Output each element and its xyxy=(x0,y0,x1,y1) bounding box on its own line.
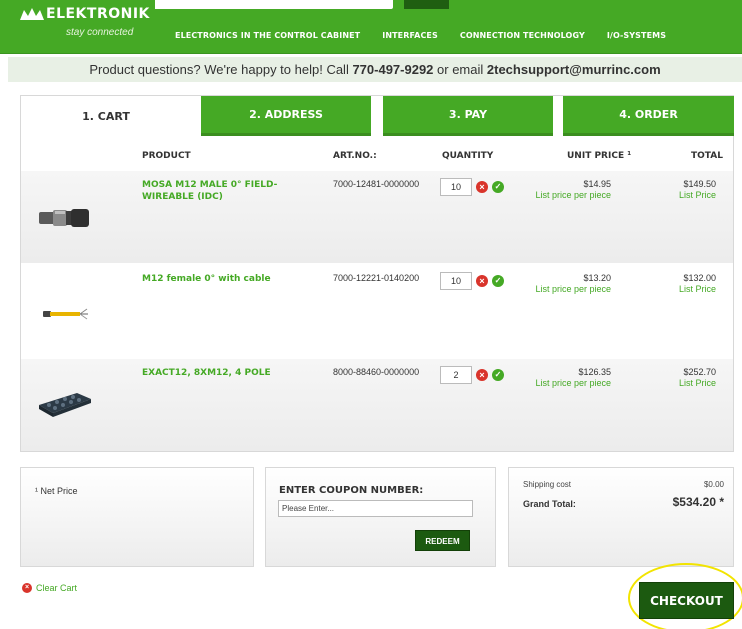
column-header-quantity: QUANTITY xyxy=(442,151,494,161)
cart-row: EXACT12, 8XM12, 4 POLE 8000-88460-000000… xyxy=(21,359,733,451)
support-info-bar: Product questions? We're happy to help! … xyxy=(8,57,742,82)
coupon-title: ENTER COUPON NUMBER: xyxy=(279,485,424,496)
tab-cart-label: 1. CART xyxy=(82,109,130,123)
cart-row: M12 female 0° with cable 7000-12221-0140… xyxy=(21,265,733,357)
line-total-note: List Price xyxy=(678,284,716,294)
tab-pay-label: 3. PAY xyxy=(448,108,488,121)
quantity-input[interactable]: 10 xyxy=(440,272,472,290)
tab-cart[interactable]: 1. CART xyxy=(21,96,191,136)
column-header-artno: ART.NO.: xyxy=(333,151,377,161)
line-total: $252.70 xyxy=(683,367,716,377)
support-phone[interactable]: 770-497-9292 xyxy=(352,62,433,77)
column-header-product: PRODUCT xyxy=(142,151,191,161)
article-number: 8000-88460-0000000 xyxy=(333,367,420,377)
nav-item-interfaces[interactable]: INTERFACES xyxy=(382,31,438,40)
footnote-panel: ¹ Net Price xyxy=(20,467,254,567)
tab-order-label: 4. ORDER xyxy=(619,108,678,121)
update-quantity-icon[interactable]: ✓ xyxy=(492,369,504,381)
line-total-note: List Price xyxy=(678,378,716,388)
cable-icon xyxy=(43,308,88,320)
product-name-link[interactable]: MOSA M12 MALE 0° FIELD-WIREABLE (IDC) xyxy=(142,179,312,203)
tab-order[interactable]: 4. ORDER xyxy=(563,96,734,136)
line-total-note: List Price xyxy=(678,190,716,200)
article-number: 7000-12481-0000000 xyxy=(333,179,420,189)
grand-total-value: $534.20 * xyxy=(672,495,724,509)
clear-cart-link[interactable]: × Clear Cart xyxy=(22,583,77,593)
clear-cart-icon: × xyxy=(22,583,32,593)
summary-panel: Shipping cost $0.00 Grand Total: $534.20… xyxy=(508,467,734,567)
shipping-value: $0.00 xyxy=(703,480,724,489)
unit-price-note: List price per piece xyxy=(535,190,611,200)
m12-connector-icon xyxy=(39,209,89,227)
distributor-box-icon xyxy=(39,393,91,417)
remove-item-icon[interactable]: × xyxy=(476,275,488,287)
remove-item-icon[interactable]: × xyxy=(476,181,488,193)
product-name-link[interactable]: M12 female 0° with cable xyxy=(142,273,312,285)
unit-price-note: List price per piece xyxy=(535,378,611,388)
column-header-total: TOTAL xyxy=(691,151,723,161)
unit-price: $126.35 xyxy=(578,367,611,377)
checkout-button[interactable]: CHECKOUT xyxy=(639,582,734,619)
logo-text: ELEKTRONIK xyxy=(46,6,150,22)
tab-address[interactable]: 2. ADDRESS xyxy=(201,96,371,136)
main-nav: ELECTRONICS IN THE CONTROL CABINET INTER… xyxy=(175,31,666,40)
tab-address-label: 2. ADDRESS xyxy=(249,108,323,121)
nav-item-io-systems[interactable]: I/O-SYSTEMS xyxy=(607,31,666,40)
grand-total-label: Grand Total: xyxy=(523,499,576,509)
logo-mark-icon xyxy=(20,8,44,20)
quantity-input[interactable]: 10 xyxy=(440,178,472,196)
quantity-input[interactable]: 2 xyxy=(440,366,472,384)
unit-price-note: List price per piece xyxy=(535,284,611,294)
logo[interactable]: ELEKTRONIK stay connected xyxy=(14,0,149,50)
clear-cart-label: Clear Cart xyxy=(36,583,78,593)
update-quantity-icon[interactable]: ✓ xyxy=(492,181,504,193)
support-text-before: Product questions? We're happy to help! … xyxy=(89,62,353,77)
column-header-unit-price: UNIT PRICE ¹ xyxy=(567,151,632,161)
site-header: ELEKTRONIK stay connected ELECTRONICS IN… xyxy=(0,0,742,54)
tagline: stay connected xyxy=(66,27,134,38)
search-input[interactable] xyxy=(155,0,393,9)
coupon-input[interactable]: Please Enter... xyxy=(278,500,473,517)
coupon-panel: ENTER COUPON NUMBER: Please Enter... RED… xyxy=(265,467,496,567)
unit-price: $13.20 xyxy=(583,273,611,283)
support-email[interactable]: 2techsupport@murrinc.com xyxy=(487,62,661,77)
net-price-footnote: ¹ Net Price xyxy=(35,486,78,496)
unit-price: $14.95 xyxy=(583,179,611,189)
nav-item-control-cabinet[interactable]: ELECTRONICS IN THE CONTROL CABINET xyxy=(175,31,360,40)
cart-row: MOSA M12 MALE 0° FIELD-WIREABLE (IDC) 70… xyxy=(21,171,733,263)
tab-pay[interactable]: 3. PAY xyxy=(383,96,553,136)
nav-item-connection-technology[interactable]: CONNECTION TECHNOLOGY xyxy=(460,31,585,40)
product-name-link[interactable]: EXACT12, 8XM12, 4 POLE xyxy=(142,367,312,379)
search-button[interactable] xyxy=(404,0,449,9)
page: ELEKTRONIK stay connected ELECTRONICS IN… xyxy=(0,0,742,629)
support-text-mid: or email xyxy=(433,62,487,77)
redeem-button[interactable]: REDEEM xyxy=(415,530,470,551)
remove-item-icon[interactable]: × xyxy=(476,369,488,381)
article-number: 7000-12221-0140200 xyxy=(333,273,420,283)
line-total: $132.00 xyxy=(683,273,716,283)
shipping-label: Shipping cost xyxy=(523,480,572,489)
line-total: $149.50 xyxy=(683,179,716,189)
update-quantity-icon[interactable]: ✓ xyxy=(492,275,504,287)
